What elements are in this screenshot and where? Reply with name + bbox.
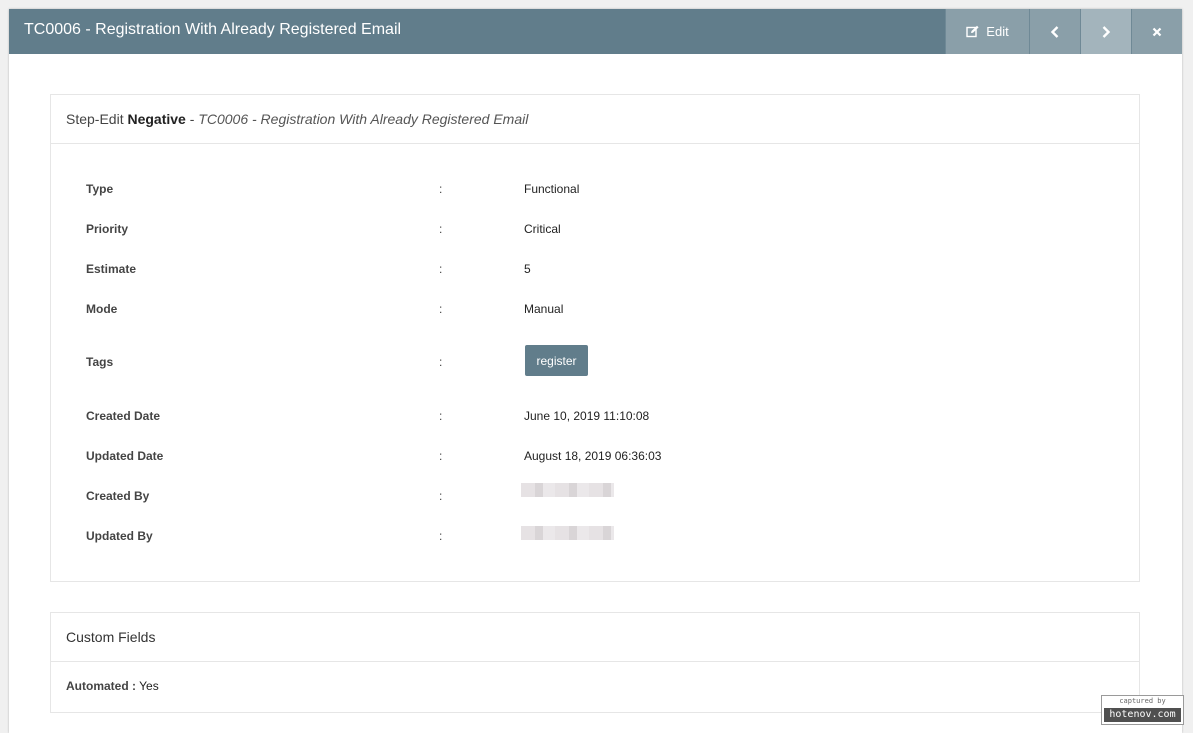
close-button[interactable] (1131, 9, 1182, 54)
detail-colon: : (439, 489, 443, 503)
custom-field-automated: Automated : Yes (66, 679, 159, 693)
detail-value: 5 (524, 262, 531, 276)
chevron-right-icon (1101, 25, 1111, 38)
detail-value: Manual (524, 302, 564, 316)
details-panel-heading: Step-Edit Negative - TC0006 - Registrati… (51, 95, 1139, 144)
heading-separator: - (189, 111, 195, 127)
detail-label: Updated Date (86, 449, 164, 463)
detail-value: Critical (524, 222, 561, 236)
detail-colon: : (439, 302, 443, 316)
detail-row-type: Type : Functional (51, 181, 1139, 197)
detail-row-priority: Priority : Critical (51, 221, 1139, 237)
detail-colon: : (439, 222, 443, 236)
detail-colon: : (439, 529, 443, 543)
details-panel: Step-Edit Negative - TC0006 - Registrati… (50, 94, 1140, 582)
chevron-left-icon (1050, 25, 1060, 38)
modal-title: TC0006 - Registration With Already Regis… (24, 21, 402, 38)
detail-row-created-date: Created Date : June 10, 2019 11:10:08 (51, 408, 1139, 424)
custom-field-value: Yes (139, 679, 159, 693)
detail-row-mode: Mode : Manual (51, 301, 1139, 317)
edit-button[interactable]: Edit (945, 9, 1029, 54)
detail-row-estimate: Estimate : 5 (51, 261, 1139, 277)
detail-label: Type (86, 182, 114, 196)
watermark-caption: captured by (1119, 697, 1166, 705)
detail-value: Functional (524, 182, 580, 196)
header-actions: Edit (945, 9, 1182, 54)
heading-prefix: Step-Edit (66, 111, 124, 127)
heading-testcase: TC0006 - Registration With Already Regis… (198, 111, 529, 127)
detail-row-updated-by: Updated By : (51, 526, 1139, 544)
detail-label: Created By (86, 489, 150, 503)
detail-label: Priority (86, 222, 129, 236)
detail-row-created-by: Created By : (51, 483, 1139, 504)
testcase-modal: TC0006 - Registration With Already Regis… (9, 9, 1182, 733)
modal-header: TC0006 - Registration With Already Regis… (9, 9, 1182, 54)
custom-fields-title: Custom Fields (66, 629, 156, 645)
custom-fields-heading: Custom Fields (51, 613, 1139, 662)
detail-value: August 18, 2019 06:36:03 (524, 449, 662, 463)
detail-value: June 10, 2019 11:10:08 (524, 409, 650, 423)
detail-row-tags: Tags : register (51, 345, 1139, 376)
custom-fields-panel: Custom Fields Automated : Yes (50, 612, 1140, 713)
edit-button-label: Edit (986, 24, 1009, 39)
edit-icon (966, 25, 980, 38)
custom-field-label: Automated : (66, 679, 136, 693)
close-icon (1152, 27, 1162, 37)
detail-row-updated-date: Updated Date : August 18, 2019 06:36:03 (51, 448, 1139, 464)
tag-register-badge[interactable]: register (525, 345, 588, 376)
detail-colon: : (439, 182, 443, 196)
detail-label: Updated By (86, 529, 153, 543)
detail-colon: : (439, 449, 443, 463)
watermark-site: hotenov.com (1104, 708, 1181, 722)
redacted-user-name (521, 526, 614, 540)
detail-label: Mode (86, 302, 118, 316)
detail-label: Created Date (86, 409, 161, 423)
next-button[interactable] (1080, 9, 1131, 54)
redacted-user-name (521, 483, 614, 497)
heading-status: Negative (127, 111, 186, 127)
detail-colon: : (439, 262, 443, 276)
detail-colon: : (439, 409, 443, 423)
watermark-logo: captured by hotenov.com (1101, 695, 1184, 725)
detail-label: Estimate (86, 262, 137, 276)
previous-button[interactable] (1029, 9, 1080, 54)
detail-colon: : (439, 355, 443, 369)
detail-label: Tags (86, 355, 114, 369)
